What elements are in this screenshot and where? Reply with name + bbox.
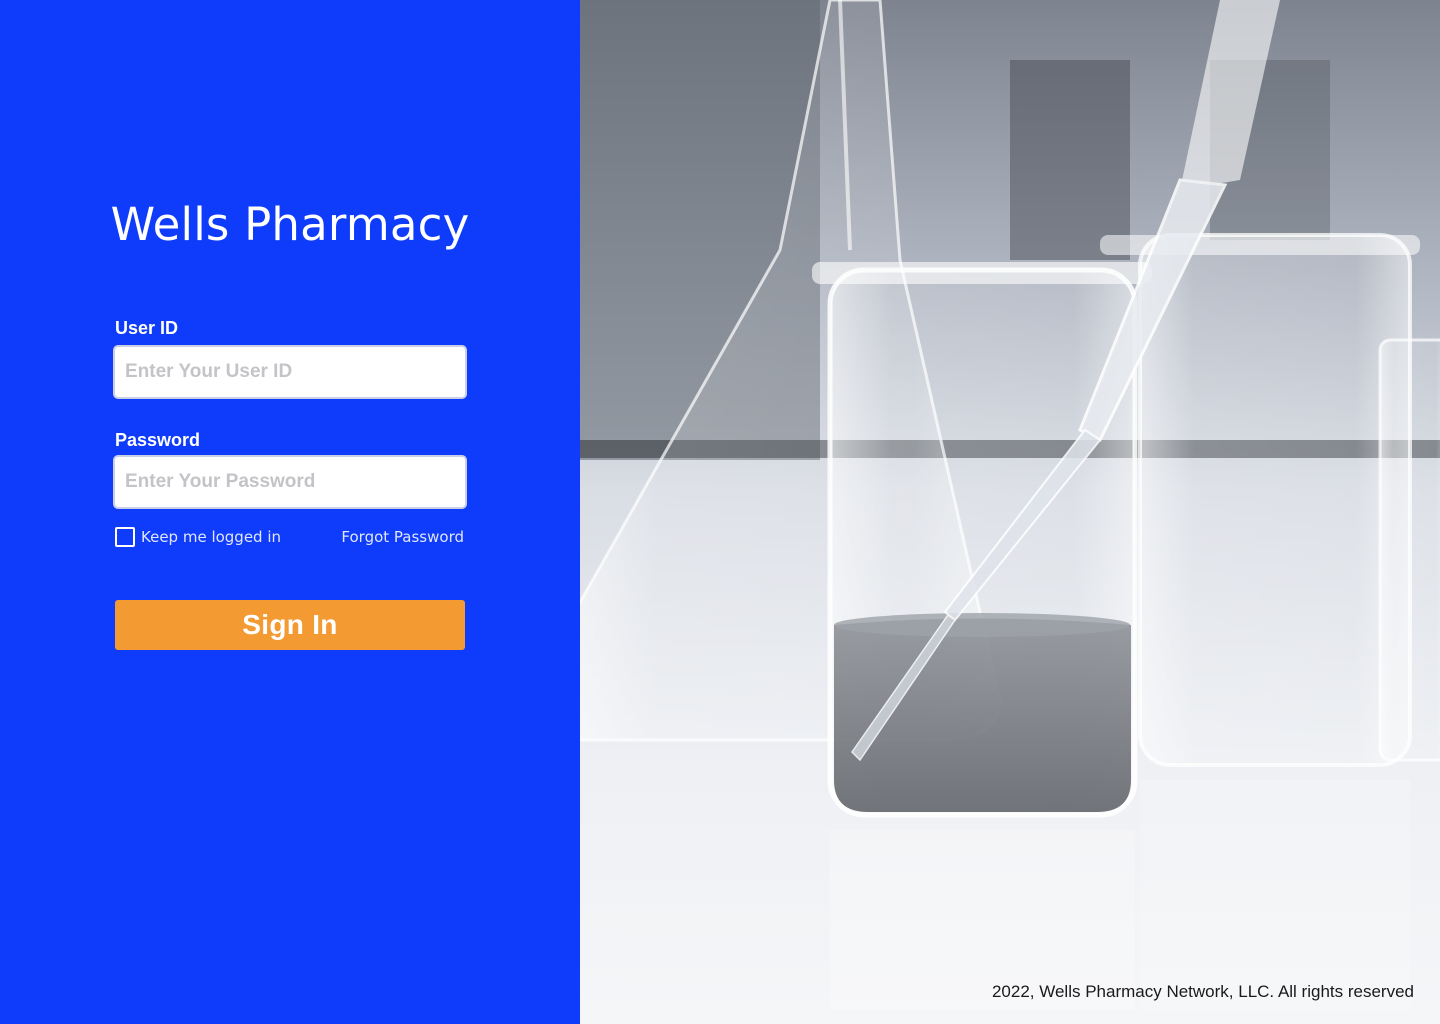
lab-glassware-icon	[580, 0, 1440, 1024]
keep-logged-in-toggle[interactable]: Keep me logged in	[115, 527, 281, 547]
user-id-input[interactable]	[113, 345, 467, 399]
hero-image: 2022, Wells Pharmacy Network, LLC. All r…	[580, 0, 1440, 1024]
login-panel: Wells Pharmacy User ID Password Keep me …	[0, 0, 580, 1024]
sign-in-button[interactable]: Sign In	[115, 600, 465, 650]
app-title: Wells Pharmacy	[110, 198, 470, 251]
login-page: Wells Pharmacy User ID Password Keep me …	[0, 0, 1440, 1024]
copyright-text: 2022, Wells Pharmacy Network, LLC. All r…	[991, 982, 1414, 1001]
password-input[interactable]	[113, 455, 467, 509]
keep-logged-in-label: Keep me logged in	[141, 528, 282, 546]
user-id-label: User ID	[115, 318, 179, 338]
forgot-password-link[interactable]: Forgot Password	[341, 528, 464, 546]
keep-logged-in-checkbox[interactable]	[115, 527, 135, 547]
password-label: Password	[115, 430, 201, 450]
